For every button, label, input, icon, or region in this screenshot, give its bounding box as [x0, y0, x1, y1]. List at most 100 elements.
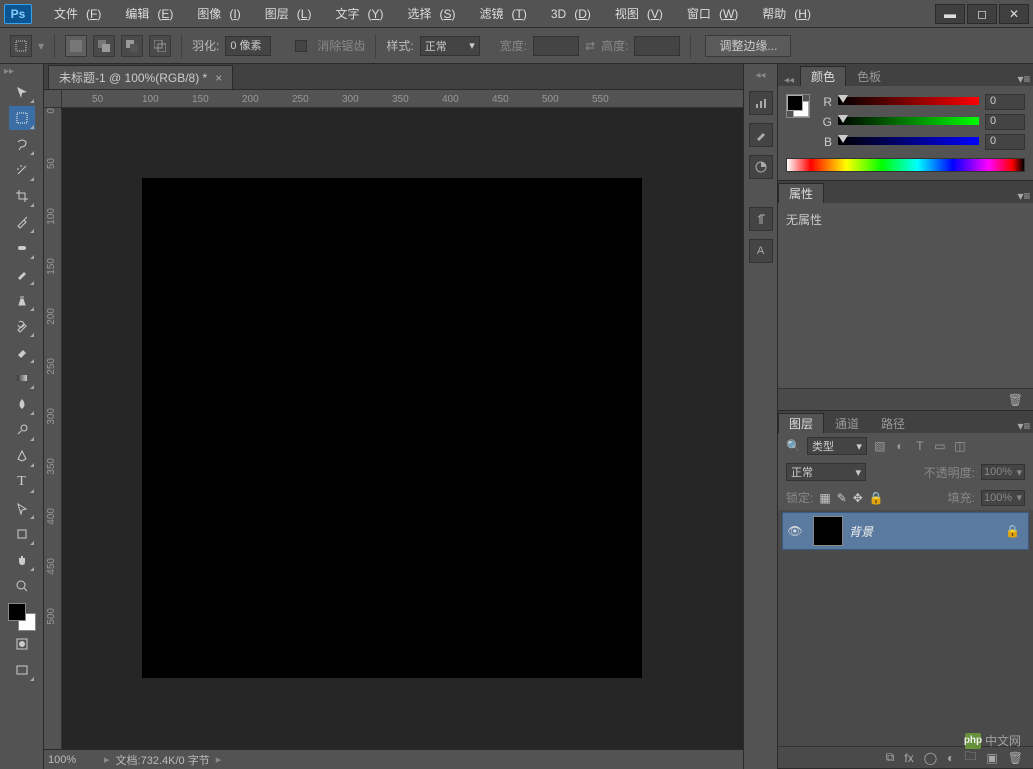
search-icon[interactable]: 🔍 [786, 439, 801, 453]
g-input[interactable]: 0 [985, 114, 1025, 130]
maximize-button[interactable]: ◻ [967, 4, 997, 24]
shape-tool[interactable] [9, 522, 35, 546]
history-brush-tool[interactable] [9, 314, 35, 338]
tab-channels[interactable]: 通道 [824, 413, 870, 433]
filter-adjust-icon[interactable]: ◐ [893, 439, 907, 453]
pen-tool[interactable] [9, 444, 35, 468]
layer-thumbnail[interactable] [813, 516, 843, 546]
adjustment-layer-icon[interactable]: ◐ [947, 751, 954, 765]
close-tab-icon[interactable]: × [215, 71, 222, 85]
dock-character-icon[interactable]: A [749, 239, 773, 263]
tab-properties[interactable]: 属性 [778, 183, 824, 203]
status-menu2-icon[interactable]: ▸ [216, 753, 222, 766]
color-mini-swatch[interactable] [786, 94, 810, 118]
lock-transparent-icon[interactable]: ▦ [819, 491, 830, 505]
tab-swatches[interactable]: 色板 [846, 66, 892, 86]
g-slider[interactable] [838, 117, 979, 127]
path-selection-tool[interactable] [9, 496, 35, 520]
filter-smart-icon[interactable]: ◫ [953, 439, 967, 453]
menu-file[interactable]: 文件(F) [38, 0, 109, 28]
brush-tool[interactable] [9, 262, 35, 286]
style-select[interactable]: 正常▾ [420, 36, 480, 56]
ruler-horizontal[interactable]: 50 100 150 200 250 300 350 400 450 500 5… [62, 90, 743, 108]
blend-mode-select[interactable]: 正常▾ [786, 463, 866, 481]
canvas-viewport[interactable] [62, 108, 743, 749]
menu-image[interactable]: 图像(I) [181, 0, 248, 28]
menu-select[interactable]: 选择(S) [391, 0, 463, 28]
menu-filter[interactable]: 滤镜(T) [464, 0, 535, 28]
healing-brush-tool[interactable] [9, 236, 35, 260]
zoom-tool[interactable] [9, 574, 35, 598]
lock-pixels-icon[interactable]: ✎ [837, 491, 847, 505]
selection-intersect-icon[interactable] [149, 35, 171, 57]
zoom-display[interactable]: 100% [48, 754, 98, 766]
color-spectrum[interactable] [786, 158, 1025, 172]
crop-tool[interactable] [9, 184, 35, 208]
opacity-input[interactable]: 100%▾ [981, 464, 1025, 480]
feather-input[interactable]: 0 像素 [225, 36, 271, 56]
link-layers-icon[interactable]: ⧉ [886, 750, 895, 765]
delete-layer-icon[interactable]: 🗑 [1008, 751, 1023, 765]
filter-pixel-icon[interactable]: ▧ [873, 439, 887, 453]
panel-collapse-icon[interactable]: ◂◂ [778, 75, 800, 86]
panel-menu-icon[interactable]: ▾≡ [1015, 72, 1033, 86]
menu-edit[interactable]: 编辑(E) [109, 0, 181, 28]
lock-all-icon[interactable]: 🔒 [869, 491, 884, 505]
lasso-tool[interactable] [9, 132, 35, 156]
selection-new-icon[interactable] [65, 35, 87, 57]
dock-brush-icon[interactable] [749, 123, 773, 147]
tab-paths[interactable]: 路径 [870, 413, 916, 433]
quick-mask-tool[interactable] [9, 632, 35, 656]
menu-3d[interactable]: 3D(D) [535, 0, 599, 28]
visibility-icon[interactable]: 👁 [783, 524, 807, 538]
eyedropper-tool[interactable] [9, 210, 35, 234]
layer-item-background[interactable]: 👁 背景 🔒 [782, 512, 1029, 550]
toolbox-expand-icon[interactable]: ▸▸ [4, 66, 14, 77]
filter-type-icon[interactable]: T [913, 439, 927, 453]
trash-icon[interactable]: 🗑 [1008, 393, 1023, 407]
filter-shape-icon[interactable]: ▭ [933, 439, 947, 453]
screen-mode-tool[interactable] [9, 658, 35, 682]
marquee-tool[interactable] [9, 106, 35, 130]
menu-layer[interactable]: 图层(L) [249, 0, 320, 28]
tab-layers[interactable]: 图层 [778, 413, 824, 433]
lock-position-icon[interactable]: ✥ [853, 491, 863, 505]
blur-tool[interactable] [9, 392, 35, 416]
b-input[interactable]: 0 [985, 134, 1025, 150]
menu-help[interactable]: 帮助(H) [746, 0, 819, 28]
minimize-button[interactable]: ▬ [935, 4, 965, 24]
refine-edge-button[interactable]: 调整边缘... [705, 35, 791, 57]
new-layer-icon[interactable]: ▣ [986, 751, 997, 765]
selection-add-icon[interactable] [93, 35, 115, 57]
magic-wand-tool[interactable] [9, 158, 35, 182]
panel-menu-icon[interactable]: ▾≡ [1015, 419, 1033, 433]
ruler-vertical[interactable]: 0 50 100 150 200 250 300 350 400 450 500 [44, 108, 62, 749]
tab-color[interactable]: 颜色 [800, 66, 846, 86]
menu-window[interactable]: 窗口(W) [671, 0, 746, 28]
layer-filter-select[interactable]: 类型▾ [807, 437, 867, 455]
layer-mask-icon[interactable]: ◯ [924, 751, 937, 765]
move-tool[interactable] [9, 80, 35, 104]
selection-subtract-icon[interactable] [121, 35, 143, 57]
dock-adjustments-icon[interactable] [749, 155, 773, 179]
canvas[interactable] [142, 178, 642, 678]
layer-filter-icons[interactable]: ▧ ◐ T ▭ ◫ [873, 439, 967, 453]
type-tool[interactable]: T [9, 470, 35, 494]
close-button[interactable]: ✕ [999, 4, 1029, 24]
r-slider[interactable] [838, 97, 979, 107]
layer-name[interactable]: 背景 [849, 523, 873, 540]
dock-collapse-icon[interactable]: ◂◂ [755, 70, 765, 81]
dock-histogram-icon[interactable] [749, 91, 773, 115]
panel-menu-icon[interactable]: ▾≡ [1015, 189, 1033, 203]
fill-input[interactable]: 100%▾ [981, 490, 1025, 506]
layer-style-icon[interactable]: fx [904, 751, 913, 765]
gradient-tool[interactable] [9, 366, 35, 390]
status-menu-icon[interactable]: ▸ [104, 753, 110, 766]
tool-preset-icon[interactable] [10, 35, 32, 57]
r-input[interactable]: 0 [985, 94, 1025, 110]
clone-stamp-tool[interactable] [9, 288, 35, 312]
dodge-tool[interactable] [9, 418, 35, 442]
dock-paragraph-icon[interactable] [749, 207, 773, 231]
document-tab[interactable]: 未标题-1 @ 100%(RGB/8) * × [48, 65, 233, 89]
hand-tool[interactable] [9, 548, 35, 572]
